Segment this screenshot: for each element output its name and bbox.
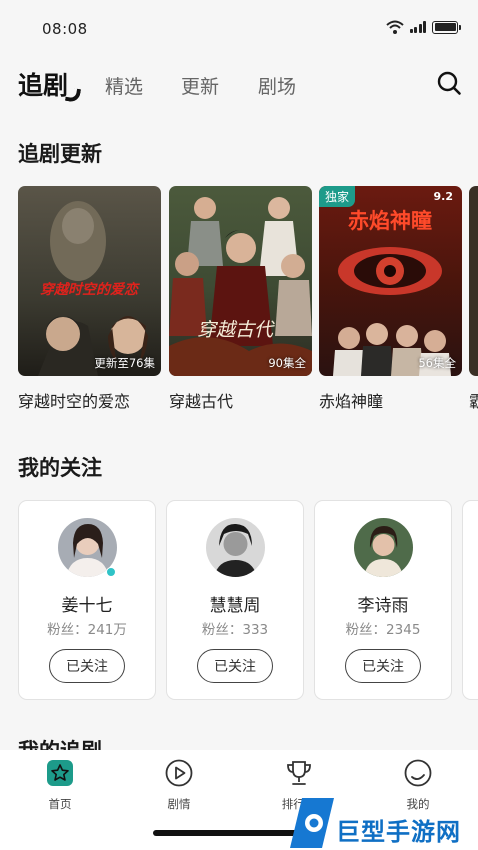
follow-fans-count: 粉丝：333 <box>201 622 269 638</box>
followed-button[interactable]: 已关注 <box>345 649 421 683</box>
tab-gengxin[interactable]: 更新 <box>181 72 219 99</box>
cover-date: 9.2 <box>434 190 454 203</box>
drama-cover: 穿越时空的爱恋 更新至76集 <box>18 186 161 376</box>
nav-plot[interactable]: 剧情 <box>139 758 219 812</box>
follow-card[interactable]: 慧慧周 粉丝：333 已关注 <box>166 500 304 700</box>
signal-icon <box>409 21 426 33</box>
tab-zhuiju[interactable]: 追剧 <box>18 66 68 102</box>
follow-card[interactable]: 李诗雨 粉丝：2345 已关注 <box>314 500 452 700</box>
trophy-icon <box>287 761 311 785</box>
watermark-text: 巨型手游网 <box>336 818 461 846</box>
episode-status: 90集全 <box>268 356 306 370</box>
online-status-dot <box>106 567 116 577</box>
follow-name: 李诗雨 <box>357 596 409 616</box>
nav-home[interactable]: 首页 <box>20 758 100 812</box>
drama-name: 霸 <box>469 392 478 411</box>
followed-button[interactable]: 已关注 <box>197 649 273 683</box>
episode-status: 56集全 <box>418 356 456 370</box>
drama-card[interactable]: 赤焰神瞳 9.2 独家 56集全 赤焰神瞳 <box>319 186 462 412</box>
cover-art-image: 穿越古代 <box>169 186 312 376</box>
nav-plot-label: 剧情 <box>167 797 191 811</box>
cover-art-image <box>469 186 478 376</box>
drama-name: 穿越古代 <box>169 392 234 411</box>
section-title-updates: 追剧更新 <box>18 142 102 166</box>
cover-art-image: 赤焰神瞳 9.2 <box>319 186 462 376</box>
status-time: 08:08 <box>42 20 88 38</box>
drama-name: 赤焰神瞳 <box>319 392 384 411</box>
follow-fans-count: 粉丝：2345 <box>345 622 421 638</box>
watermark: 巨型手游网 <box>288 796 478 850</box>
drama-card[interactable]: 穿越古代 90集全 穿越古代 <box>169 186 312 412</box>
tab-jingxuan[interactable]: 精选 <box>105 72 143 99</box>
top-tab-bar: 追剧 精选 更新 剧场 <box>18 66 464 106</box>
wifi-icon <box>385 20 404 34</box>
profile-circle-icon <box>404 759 432 787</box>
cover-title: 穿越时空的爱恋 <box>40 281 140 298</box>
exclusive-badge: 独家 <box>319 186 356 207</box>
follow-fans-count: 粉丝：241万 <box>47 622 127 638</box>
avatar <box>354 518 413 577</box>
follow-name: 姜十七 <box>61 596 113 616</box>
play-circle-icon <box>165 759 193 787</box>
follow-name: 慧慧周 <box>209 596 261 616</box>
watermark-logo-icon <box>290 798 334 848</box>
status-bar: 08:08 <box>0 0 478 56</box>
tab-juchang[interactable]: 剧场 <box>258 72 296 99</box>
battery-icon <box>432 20 461 34</box>
follow-card[interactable]: 姜十七 粉丝：241万 已关注 <box>18 500 156 700</box>
drama-carousel: 穿越时空的爱恋 更新至76集 穿越时空的爱恋 穿越古代 90集全 穿越古代 赤焰… <box>18 186 478 416</box>
cover-title: 赤焰神瞳 <box>348 208 432 233</box>
drama-card[interactable]: 霸 <box>469 186 478 412</box>
status-icons <box>385 20 461 34</box>
avatar <box>206 518 265 577</box>
home-star-icon <box>47 760 73 786</box>
drama-cover: 赤焰神瞳 9.2 独家 56集全 <box>319 186 462 376</box>
nav-home-label: 首页 <box>48 797 72 811</box>
followed-button[interactable]: 已关注 <box>49 649 125 683</box>
follow-card[interactable] <box>462 500 478 700</box>
drama-cover <box>469 186 478 376</box>
follow-list: 姜十七 粉丝：241万 已关注 慧慧周 粉丝：333 已关注 李诗雨 粉丝：23… <box>18 500 478 702</box>
drama-cover: 穿越古代 90集全 <box>169 186 312 376</box>
drama-card[interactable]: 穿越时空的爱恋 更新至76集 穿越时空的爱恋 <box>18 186 161 412</box>
cover-title: 穿越古代 <box>197 319 275 341</box>
drama-name: 穿越时空的爱恋 <box>18 392 131 411</box>
section-title-follows: 我的关注 <box>18 456 102 480</box>
search-icon[interactable] <box>436 70 462 96</box>
cover-art-image: 穿越时空的爱恋 <box>18 186 161 376</box>
episode-status: 更新至76集 <box>94 356 155 370</box>
active-tab-indicator <box>64 86 82 104</box>
